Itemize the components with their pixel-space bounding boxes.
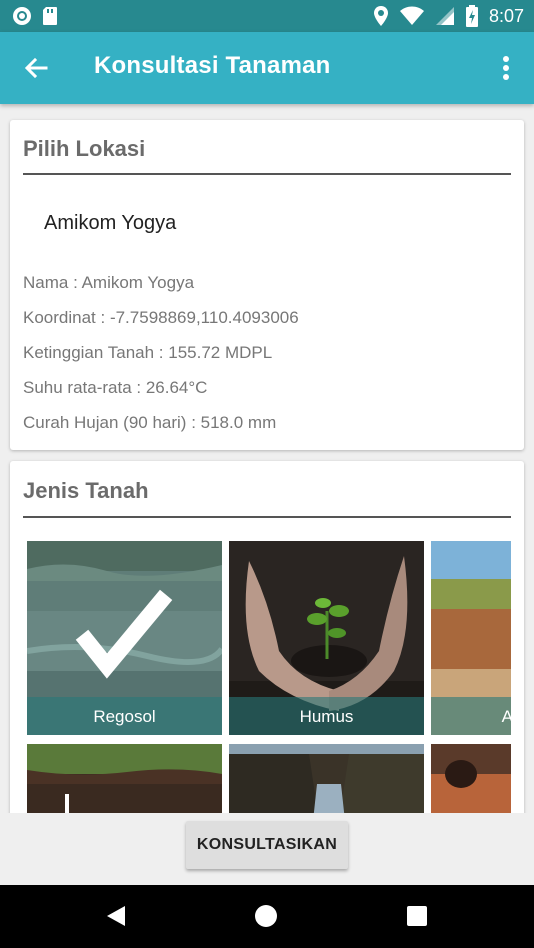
sd-card-icon (43, 7, 57, 25)
soil-label-humus: Humus (299, 707, 354, 726)
divider (23, 173, 511, 175)
battery-charging-icon (465, 5, 478, 27)
soil-tile-third[interactable]: A (431, 541, 511, 735)
notification-circle-icon (13, 7, 31, 25)
signal-icon (435, 7, 454, 25)
soil-card-title: Jenis Tanah (23, 478, 149, 503)
soil-label-regosol: Regosol (93, 707, 156, 726)
soil-tile-humus[interactable]: Humus (229, 541, 424, 735)
page-title: Konsultasi Tanaman (94, 52, 331, 79)
consult-button[interactable]: KONSULTASIKAN (186, 821, 348, 869)
clock: 8:07 (488, 5, 524, 26)
soil-tile-regosol[interactable]: Regosol (27, 541, 222, 735)
info-temperature: Suhu rata-rata : 26.64°C (23, 378, 208, 397)
more-vert-icon[interactable] (496, 54, 516, 82)
location-card: Pilih Lokasi Amikom Yogya Nama : Amikom … (10, 120, 524, 450)
location-spinner[interactable]: Amikom Yogya (44, 212, 176, 235)
bottom-action-area: KONSULTASIKAN (0, 813, 534, 885)
nav-recents-icon[interactable] (407, 906, 427, 926)
soil-label-third: A (501, 707, 511, 726)
back-arrow-icon[interactable] (22, 54, 50, 82)
nav-back-icon[interactable] (106, 905, 126, 927)
location-card-title: Pilih Lokasi (23, 136, 146, 161)
info-coordinates: Koordinat : -7.7598869,110.4093006 (23, 308, 299, 327)
soil-tile-row2-2[interactable] (229, 744, 424, 821)
wifi-icon (399, 6, 424, 25)
soil-tile-row2-3[interactable] (431, 744, 511, 821)
info-elevation: Ketinggian Tanah : 155.72 MDPL (23, 343, 273, 362)
app-bar: Konsultasi Tanaman (0, 32, 534, 104)
status-bar: 8:07 (0, 0, 534, 32)
nav-home-icon[interactable] (255, 905, 277, 927)
soil-type-card: Jenis Tanah Regosol Humus A (10, 461, 524, 821)
location-icon (373, 6, 388, 26)
info-rainfall: Curah Hujan (90 hari) : 518.0 mm (23, 413, 277, 432)
divider (23, 516, 511, 518)
soil-tile-row2-1[interactable] (27, 744, 222, 821)
info-name: Nama : Amikom Yogya (23, 273, 195, 292)
navigation-bar (0, 885, 534, 948)
